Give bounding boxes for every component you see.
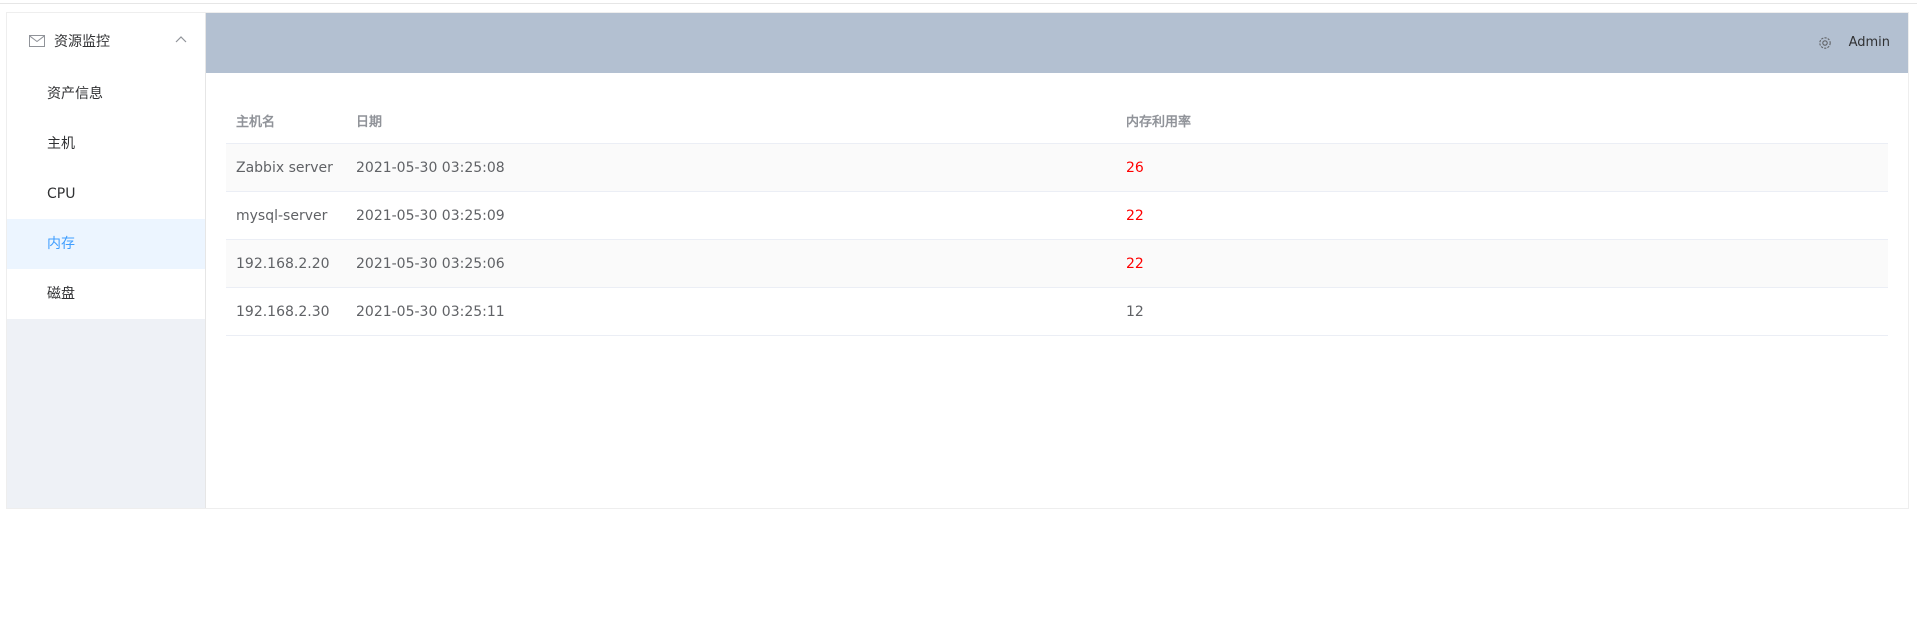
table-row[interactable]: 192.168.2.20 2021-05-30 03:25:06 22 (226, 239, 1888, 288)
cell-date: 2021-05-30 03:25:11 (346, 287, 1116, 336)
sidebar-item-3[interactable]: 内存 (7, 219, 205, 269)
cell-memory-usage: 22 (1116, 239, 1888, 288)
cell-memory-usage: 12 (1116, 287, 1888, 336)
column-header-host[interactable]: 主机名 (226, 97, 346, 144)
sidebar-item-2[interactable]: CPU (7, 169, 205, 219)
gear-icon[interactable] (1818, 36, 1832, 50)
sidebar-item-0[interactable]: 资产信息 (7, 69, 205, 119)
cell-date: 2021-05-30 03:25:09 (346, 191, 1116, 240)
sidebar: 资源监控 资产信息 主机 CPU 内存 磁盘 (7, 13, 206, 508)
cell-host: mysql-server (226, 191, 346, 240)
cell-host: 192.168.2.20 (226, 239, 346, 288)
submenu-title-label: 资源监控 (54, 34, 110, 50)
table-row[interactable]: mysql-server 2021-05-30 03:25:09 22 (226, 191, 1888, 240)
top-rule (0, 0, 1917, 4)
table-row[interactable]: Zabbix server 2021-05-30 03:25:08 26 (226, 143, 1888, 192)
column-header-memory-usage[interactable]: 内存利用率 (1116, 97, 1888, 144)
cell-host: Zabbix server (226, 143, 346, 192)
sidebar-item-4[interactable]: 磁盘 (7, 269, 205, 319)
app-container: 资源监控 资产信息 主机 CPU 内存 磁盘 Admin 主机名 日期 内存利用率 Za… (6, 12, 1909, 509)
mail-icon (29, 35, 45, 47)
cell-date: 2021-05-30 03:25:08 (346, 143, 1116, 192)
table-header-row: 主机名 日期 内存利用率 (226, 97, 1888, 144)
menu-list: 资产信息 主机 CPU 内存 磁盘 (7, 69, 205, 319)
cell-host: 192.168.2.30 (226, 287, 346, 336)
cell-memory-usage: 26 (1116, 143, 1888, 192)
cell-memory-usage: 22 (1116, 191, 1888, 240)
submenu-resource-monitor[interactable]: 资源监控 (7, 13, 205, 69)
table-body: Zabbix server 2021-05-30 03:25:08 26 mysql-… (226, 143, 1888, 336)
memory-usage-table: 主机名 日期 内存利用率 Zabbix server 2021-05-30 03:… (226, 97, 1888, 336)
sidebar-item-1[interactable]: 主机 (7, 119, 205, 169)
main-content: 主机名 日期 内存利用率 Zabbix server 2021-05-30 03:… (206, 73, 1908, 508)
chevron-up-icon[interactable] (175, 35, 187, 43)
top-header: Admin (206, 13, 1908, 73)
column-header-date[interactable]: 日期 (346, 97, 1116, 144)
cell-date: 2021-05-30 03:25:06 (346, 239, 1116, 288)
table-row[interactable]: 192.168.2.30 2021-05-30 03:25:11 12 (226, 287, 1888, 336)
user-name[interactable]: Admin (1849, 35, 1890, 50)
